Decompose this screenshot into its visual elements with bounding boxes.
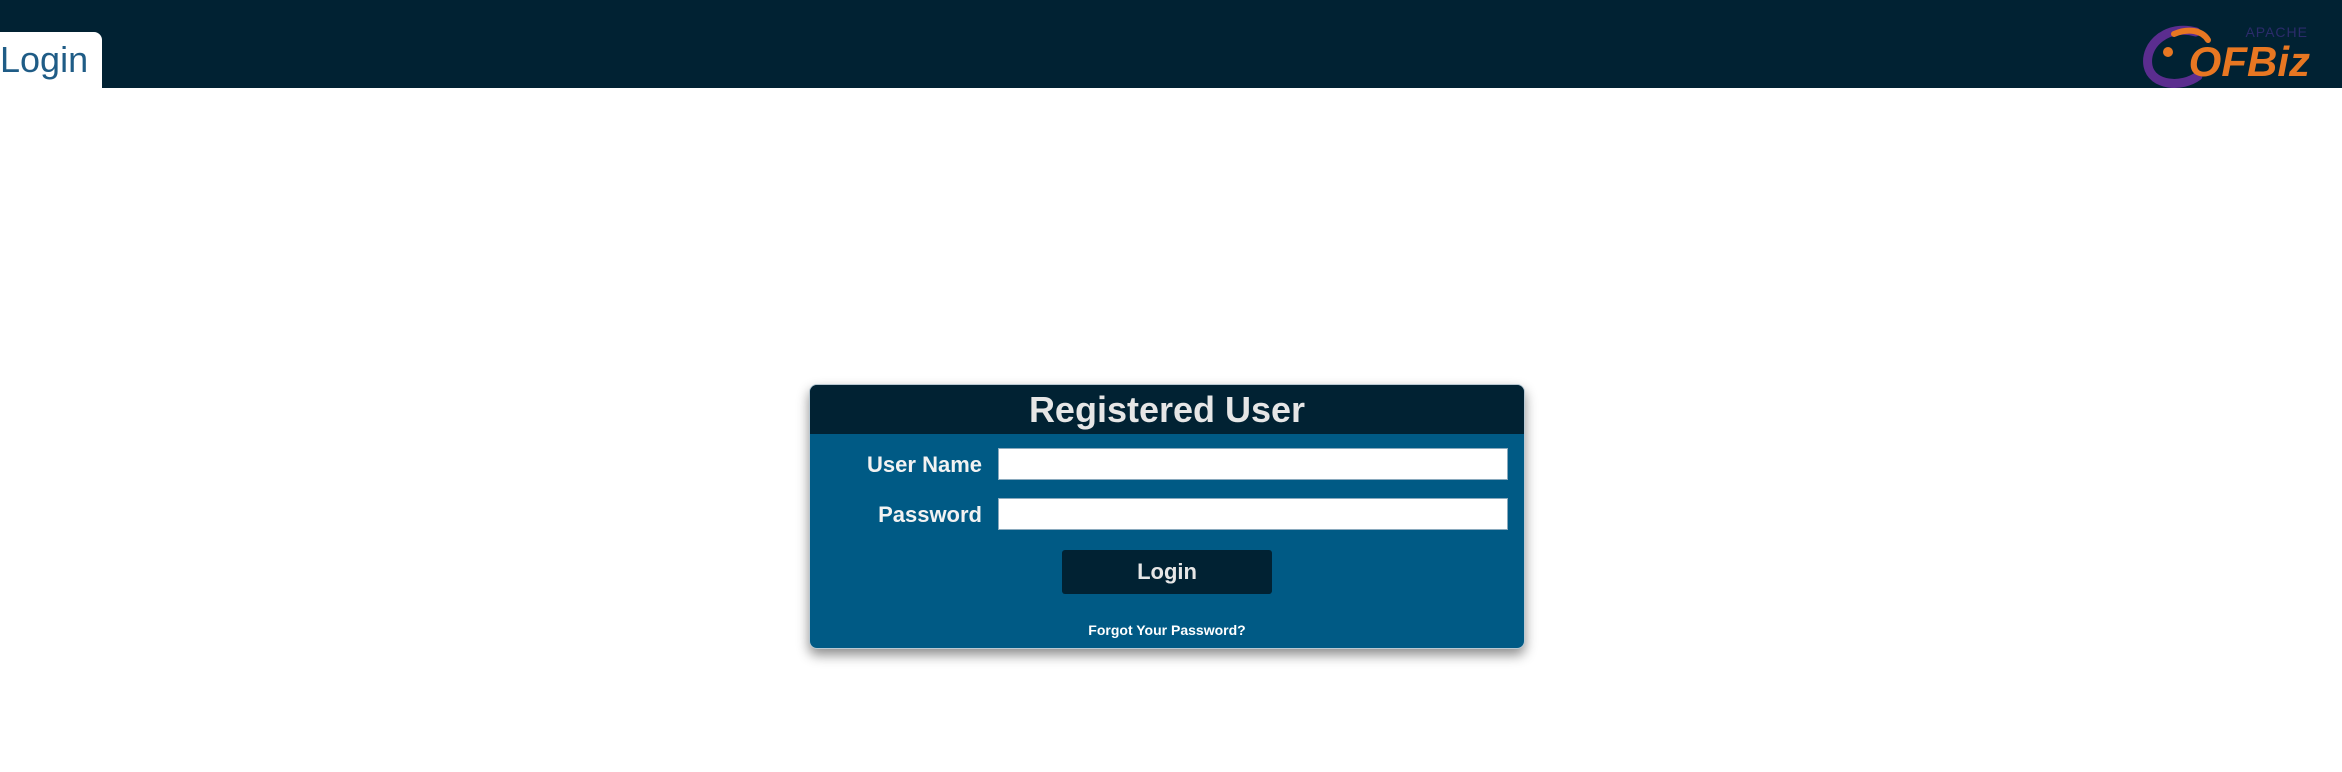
username-input[interactable] <box>998 448 1508 480</box>
password-input[interactable] <box>998 498 1508 530</box>
login-box-header: Registered User <box>810 385 1524 434</box>
forgot-password-link[interactable]: Forgot Your Password? <box>810 622 1524 638</box>
password-label: Password <box>878 502 982 527</box>
login-box-title: Registered User <box>1028 388 1306 430</box>
password-row: Password <box>810 498 1524 534</box>
ofbiz-logo[interactable]: APACHE OFBiz <box>2143 10 2328 88</box>
username-label: User Name <box>867 452 982 477</box>
username-row: User Name <box>810 448 1524 484</box>
tab-login[interactable]: Login <box>0 32 103 88</box>
logo-ofbiz-text: OFBiz <box>2188 38 2310 85</box>
login-box: Registered User User Name Password Login… <box>809 384 1525 649</box>
tab-login-label: Login <box>0 39 89 80</box>
top-header-bar: Login APACHE OFBiz <box>0 0 2342 88</box>
login-button[interactable]: Login <box>1062 550 1272 594</box>
